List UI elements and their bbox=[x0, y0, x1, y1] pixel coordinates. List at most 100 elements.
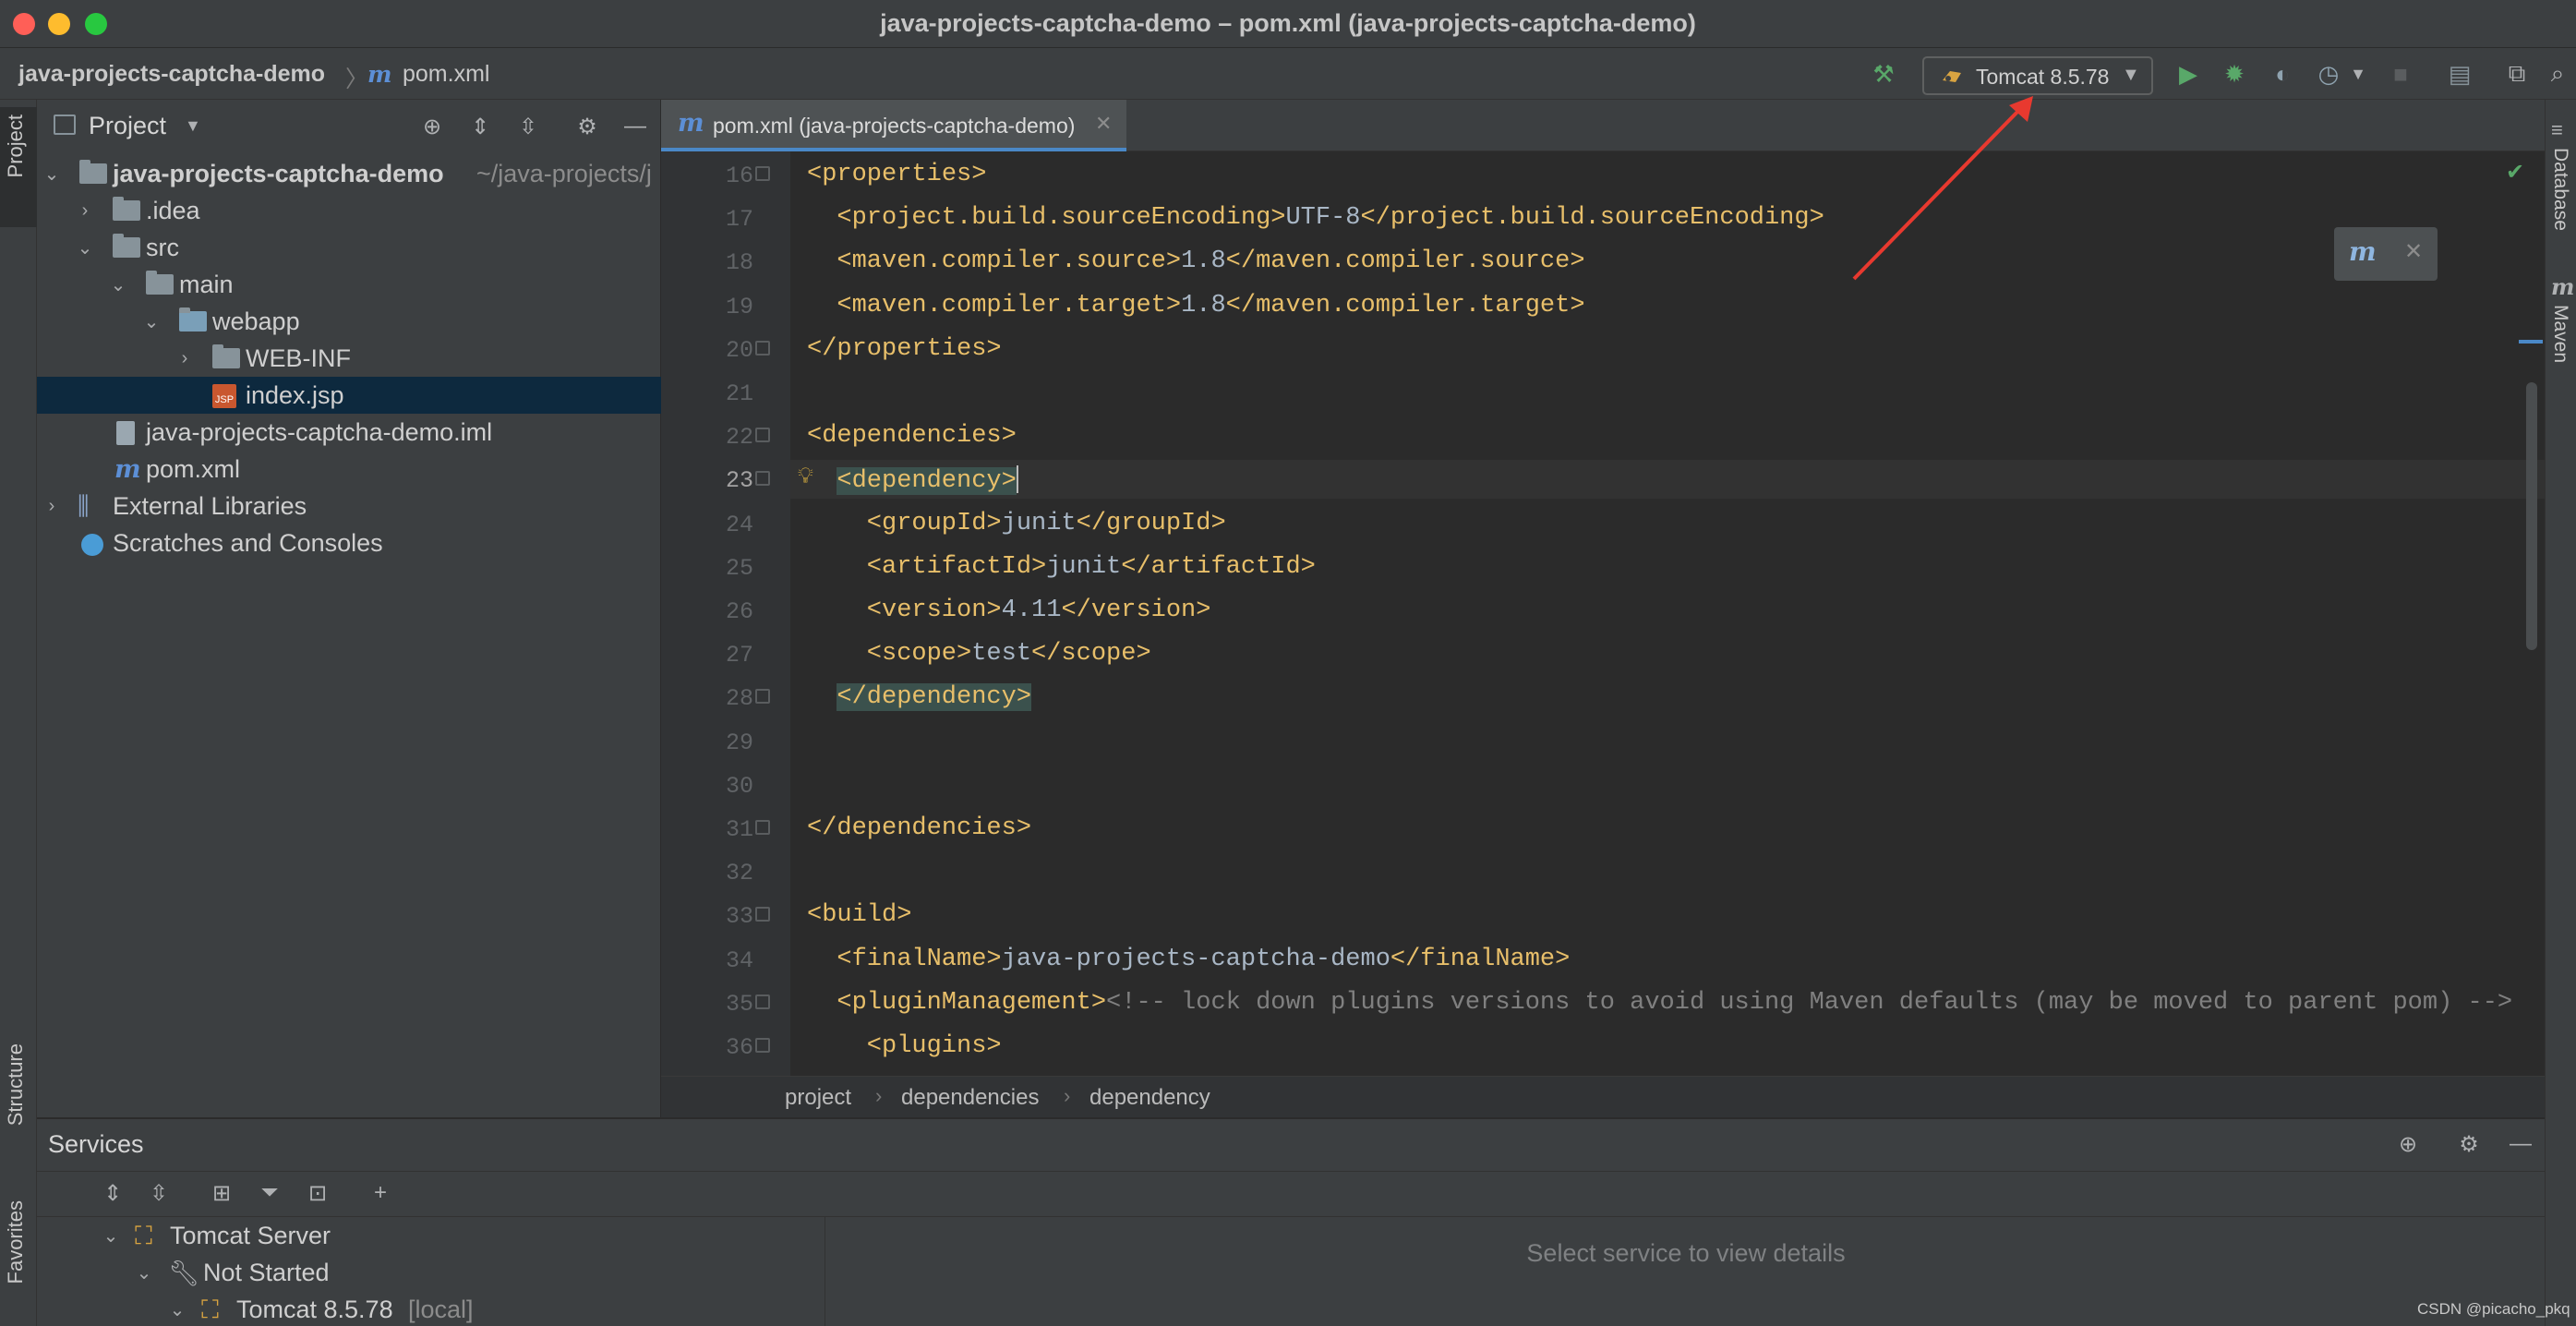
gear-icon[interactable]: ⚙ bbox=[571, 111, 604, 142]
debug-icon[interactable]: ✹ bbox=[2216, 55, 2253, 92]
locate-icon[interactable]: ⊕ bbox=[2391, 1128, 2425, 1160]
code-editor[interactable]: 16 17 18 19 20 21 22 23 24 25 26 27 28 29 30 31 32 33 34 35… bbox=[661, 151, 2545, 1076]
editor-tab-pom[interactable]: m pom.xml (java-projects-captcha-demo) ✕ bbox=[661, 100, 1126, 151]
chevron-down-icon[interactable]: ⌄ bbox=[102, 1223, 120, 1248]
code-line[interactable]: <version>4.11</version> bbox=[867, 597, 1211, 624]
tree-item-tomcat-local[interactable]: ⌄ ⛶ Tomcat 8.5.78 [local] bbox=[37, 1291, 825, 1326]
chevron-down-icon[interactable]: ⌄ bbox=[76, 235, 94, 260]
chevron-down-icon[interactable]: ▼ bbox=[185, 116, 201, 136]
code-line[interactable]: <dependencies> bbox=[807, 422, 1017, 450]
tool-window-favorites[interactable]: Favorites bbox=[4, 1200, 28, 1284]
tree-item-external-libraries[interactable]: › ⫼ External Libraries bbox=[37, 488, 661, 524]
code-line[interactable]: <build> bbox=[807, 901, 911, 929]
tree-item-project-root[interactable]: ⌄ java-projects-captcha-demo ~/java-proj… bbox=[37, 155, 661, 192]
hide-icon[interactable]: — bbox=[619, 111, 652, 142]
fold-marker-icon[interactable] bbox=[755, 166, 770, 181]
chevron-down-icon[interactable]: ⌄ bbox=[109, 271, 127, 297]
close-tab-icon[interactable]: ✕ bbox=[1095, 112, 1112, 136]
locate-file-icon[interactable]: ⊕ bbox=[415, 111, 449, 142]
code-line[interactable]: <dependency> bbox=[837, 465, 1018, 495]
code-line[interactable]: <pluginManagement><!-- lock down plugins… bbox=[837, 989, 2512, 1017]
profiler-icon[interactable]: ◷ bbox=[2310, 55, 2347, 92]
run-icon[interactable]: ▶ bbox=[2170, 55, 2207, 92]
code-line[interactable]: <artifactId>junit</artifactId> bbox=[867, 553, 1316, 581]
chevron-right-icon[interactable]: › bbox=[42, 493, 61, 519]
chevron-down-icon[interactable]: ⌄ bbox=[142, 308, 161, 334]
fold-marker-icon[interactable] bbox=[755, 820, 770, 835]
code-line[interactable]: <maven.compiler.source>1.8</maven.compil… bbox=[837, 247, 1584, 275]
inspection-ok-icon[interactable]: ✔ bbox=[2506, 159, 2524, 186]
code-line[interactable]: <finalName>java-projects-captcha-demo</f… bbox=[837, 946, 1570, 973]
code-line[interactable]: </dependency> bbox=[837, 683, 1032, 712]
search-icon[interactable]: ⌕ bbox=[2539, 55, 2576, 92]
breadcrumb-dependencies[interactable]: dependencies bbox=[901, 1085, 1039, 1111]
services-toolbar: ⇕ ⇳ ⊞ ⏷ ⊡ + bbox=[37, 1171, 2545, 1217]
tool-window-database[interactable]: Database bbox=[2549, 148, 2571, 231]
collapse-all-icon[interactable]: ⇳ bbox=[512, 111, 545, 142]
tree-item-iml[interactable]: java-projects-captcha-demo.iml bbox=[37, 414, 661, 451]
fold-marker-icon[interactable] bbox=[755, 907, 770, 922]
tree-item-src[interactable]: ⌄ src bbox=[37, 229, 661, 266]
chevron-right-icon[interactable]: › bbox=[175, 345, 194, 371]
code-line[interactable]: </dependencies> bbox=[807, 814, 1031, 842]
code-line[interactable]: <scope>test</scope> bbox=[867, 640, 1151, 668]
breadcrumb-project[interactable]: java-projects-captcha-demo bbox=[18, 61, 325, 88]
code-line[interactable]: </properties> bbox=[807, 335, 1002, 363]
build-hammer-icon[interactable]: ⚒ bbox=[1865, 55, 1902, 92]
code-line[interactable]: <properties> bbox=[807, 161, 986, 188]
project-structure-icon[interactable]: ▤ bbox=[2441, 55, 2478, 92]
breadcrumb-project[interactable]: project bbox=[785, 1085, 851, 1111]
fold-marker-icon[interactable] bbox=[755, 994, 770, 1009]
stop-icon[interactable]: ■ bbox=[2382, 55, 2419, 92]
tree-item-tomcat-server[interactable]: ⌄ ⛶ Tomcat Server bbox=[37, 1217, 825, 1254]
group-by-icon[interactable]: ⊞ bbox=[205, 1177, 238, 1209]
code-line[interactable]: <project.build.sourceEncoding>UTF-8</pro… bbox=[837, 204, 1824, 232]
tree-item-scratches[interactable]: Scratches and Consoles bbox=[37, 524, 661, 561]
fold-marker-icon[interactable] bbox=[755, 471, 770, 487]
coverage-icon[interactable]: ◐ bbox=[2264, 55, 2301, 92]
right-tool-window-bar: ≡ Database m Maven bbox=[2545, 100, 2576, 1326]
maven-reload-popup[interactable]: m ✕ bbox=[2334, 227, 2438, 281]
chevron-down-icon[interactable]: ⌄ bbox=[42, 161, 61, 187]
collapse-all-icon[interactable]: ⇳ bbox=[142, 1177, 175, 1209]
tree-item-webapp[interactable]: ⌄ webapp bbox=[37, 303, 661, 340]
xml-tag: <finalName> bbox=[837, 945, 1002, 973]
breadcrumb-file[interactable]: pom.xml bbox=[403, 61, 489, 88]
vertical-scrollbar[interactable] bbox=[2526, 382, 2537, 650]
tree-item-web-inf[interactable]: › WEB-INF bbox=[37, 340, 661, 377]
tree-item-main[interactable]: ⌄ main bbox=[37, 266, 661, 303]
gear-icon[interactable]: ⚙ bbox=[2452, 1128, 2486, 1160]
library-icon: ⫼ bbox=[78, 492, 90, 520]
tree-item-idea[interactable]: › .idea bbox=[37, 192, 661, 229]
expand-all-icon[interactable]: ⇕ bbox=[463, 111, 497, 142]
tree-item-pom[interactable]: m pom.xml bbox=[37, 451, 661, 488]
xml-tag: <maven.compiler.target> bbox=[837, 291, 1182, 319]
code-line[interactable]: <maven.compiler.target>1.8</maven.compil… bbox=[837, 292, 1584, 319]
fold-marker-icon[interactable] bbox=[755, 340, 770, 356]
profiler-dropdown-icon[interactable]: ▼ bbox=[2347, 55, 2369, 92]
hide-icon[interactable]: — bbox=[2504, 1128, 2537, 1160]
fold-marker-icon[interactable] bbox=[755, 428, 770, 443]
new-tab-icon[interactable]: ⊡ bbox=[301, 1177, 334, 1209]
project-panel-title[interactable]: Project bbox=[89, 112, 166, 140]
tree-item-not-started[interactable]: ⌄ 🔧︎ Not Started bbox=[37, 1254, 825, 1291]
code-line[interactable]: <groupId>junit</groupId> bbox=[867, 510, 1226, 537]
tree-item-index-jsp[interactable]: JSP index.jsp bbox=[37, 377, 661, 414]
tool-window-maven[interactable]: Maven bbox=[2549, 305, 2571, 363]
tool-window-structure[interactable]: Structure bbox=[4, 1043, 28, 1126]
chevron-down-icon[interactable]: ⌄ bbox=[168, 1296, 187, 1322]
maven-reload-icon[interactable]: m bbox=[2349, 236, 2377, 267]
intention-bulb-icon[interactable]: 💡︎ bbox=[798, 464, 813, 489]
fold-marker-icon[interactable] bbox=[755, 689, 770, 705]
tool-window-project[interactable]: Project bbox=[4, 115, 28, 177]
chevron-down-icon[interactable]: ⌄ bbox=[135, 1260, 153, 1285]
terminal-icon[interactable]: ⧉ bbox=[2498, 55, 2535, 92]
filter-icon[interactable]: ⏷ bbox=[253, 1177, 286, 1209]
expand-all-icon[interactable]: ⇕ bbox=[96, 1177, 129, 1209]
code-line[interactable]: <plugins> bbox=[867, 1032, 1002, 1060]
chevron-right-icon[interactable]: › bbox=[76, 198, 94, 223]
close-icon[interactable]: ✕ bbox=[2404, 238, 2423, 265]
add-service-icon[interactable]: + bbox=[364, 1177, 397, 1209]
fold-marker-icon[interactable] bbox=[755, 1038, 770, 1053]
breadcrumb-dependency[interactable]: dependency bbox=[1089, 1085, 1210, 1111]
